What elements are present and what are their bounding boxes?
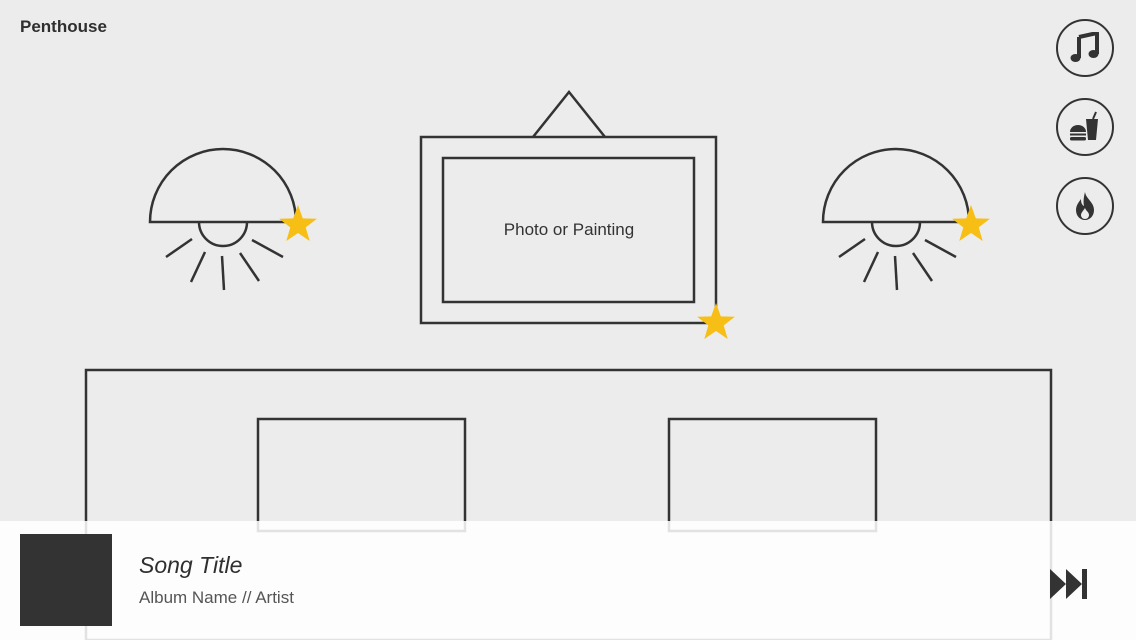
skip-button[interactable] [1048,567,1090,601]
lamp-left[interactable] [148,147,298,291]
album-art [20,534,112,626]
fire-button[interactable] [1056,177,1114,235]
song-title: Song Title [139,552,243,578]
fire-icon [1076,192,1094,220]
room-scene: Penthouse Photo or Painting Song Title A… [0,0,1136,640]
painting-label: Photo or Painting [503,220,635,239]
music-button[interactable] [1056,19,1114,77]
skip-forward-icon [1050,569,1087,599]
star-icon[interactable] [279,205,317,241]
food-drink-icon [1070,111,1098,141]
music-player-bar: Song Title Album Name // Artist [0,521,1136,640]
music-note-icon [1070,32,1099,62]
food-drink-button[interactable] [1056,98,1114,156]
song-album-artist: Album Name // Artist [139,588,294,607]
lamp-right[interactable] [821,147,971,291]
star-icon[interactable] [697,303,735,339]
painting-frame[interactable] [419,89,718,325]
star-icon[interactable] [952,205,990,241]
